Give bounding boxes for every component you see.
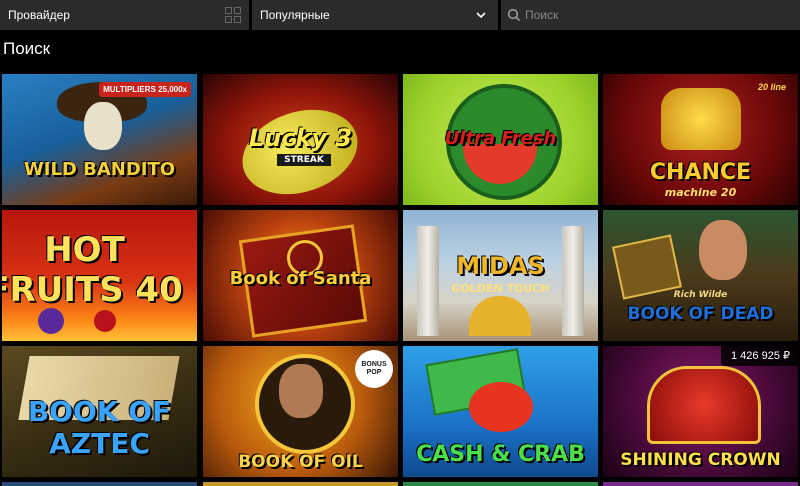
game-tile-shining-crown[interactable]: 1 426 925 ₽ SHINING CROWN (603, 346, 798, 477)
game-title: Book of Santa (229, 268, 372, 289)
game-tile-hot-fruits-40[interactable]: HOT FRUITS 40 (2, 210, 197, 341)
search-input[interactable] (521, 7, 800, 23)
cherry-art (94, 310, 116, 332)
game-tile-partial-4[interactable] (603, 482, 798, 486)
game-title: WILD BANDITO (23, 159, 176, 180)
game-title: CASH & CRAB (416, 442, 585, 467)
sort-dropdown-label: Популярные (260, 8, 330, 22)
crown-art (661, 88, 741, 150)
game-tile-book-of-oil[interactable]: BONUS POP BOOK OF OIL (203, 346, 398, 477)
grid-icon[interactable] (225, 7, 241, 23)
man-art (279, 364, 323, 418)
grapes-art (38, 308, 64, 334)
game-tile-chance-machine-20[interactable]: 20 line CHANCE machine 20 (603, 74, 798, 205)
provider-filter-label: Провайдер (8, 8, 70, 22)
game-title: CHANCE (649, 160, 752, 185)
crown-art (647, 366, 761, 444)
search-box (501, 0, 800, 30)
sort-dropdown[interactable]: Популярные (252, 0, 498, 30)
game-subtitle: GOLDEN TOUCH (451, 282, 550, 295)
game-tile-partial-1[interactable] (2, 482, 197, 486)
game-subtitle: Rich Wilde (673, 290, 728, 300)
column-left-art (417, 226, 439, 336)
game-tile-wild-bandito[interactable]: MULTIPLIERS 25,000x WILD BANDITO (2, 74, 197, 205)
game-title: HOT FRUITS 40 (2, 230, 183, 310)
game-tile-cash-and-crab[interactable]: CASH & CRAB (403, 346, 598, 477)
crab-art (469, 382, 533, 432)
golden-arch-art (469, 296, 531, 336)
column-right-art (562, 226, 584, 336)
game-tile-partial-2[interactable] (203, 482, 398, 486)
game-tile-ultra-fresh[interactable]: Ultra Fresh (403, 74, 598, 205)
page-title: Поиск (3, 39, 51, 58)
multiplier-badge: MULTIPLIERS 25,000x (99, 82, 191, 97)
skull-art (84, 102, 122, 150)
provider-filter[interactable]: Провайдер (0, 0, 249, 30)
game-title: BOOK OF DEAD (603, 304, 798, 324)
game-tile-book-of-aztec[interactable]: BOOK OF AZTEC (2, 346, 197, 477)
game-tile-midas[interactable]: MIDAS GOLDEN TOUCH (403, 210, 598, 341)
bonus-pop-badge: BONUS POP (355, 350, 393, 388)
game-title: Lucky 3 (248, 124, 353, 152)
game-title: Ultra Fresh (444, 128, 557, 149)
game-tile-lucky-3[interactable]: Lucky 3 STREAK (203, 74, 398, 205)
game-title: BOOK OF OIL (238, 452, 363, 472)
game-subtitle: machine 20 (664, 186, 737, 199)
game-tile-book-of-dead[interactable]: Rich Wilde BOOK OF DEAD (603, 210, 798, 341)
chevron-down-icon (476, 12, 486, 19)
filter-bar: Провайдер Популярные (0, 0, 800, 30)
game-title: MIDAS (456, 252, 545, 280)
jackpot-amount: 1 426 925 ₽ (721, 346, 798, 366)
lines-badge: 20 line (757, 82, 786, 92)
game-title: BOOK OF AZTEC (27, 395, 172, 460)
game-tile-book-of-santa[interactable]: Book of Santa (203, 210, 398, 341)
explorer-art (699, 220, 747, 280)
game-subtitle: STREAK (277, 154, 331, 166)
search-icon (507, 8, 521, 22)
game-tile-partial-3[interactable] (403, 482, 598, 486)
game-title: SHINING CROWN (620, 450, 781, 470)
